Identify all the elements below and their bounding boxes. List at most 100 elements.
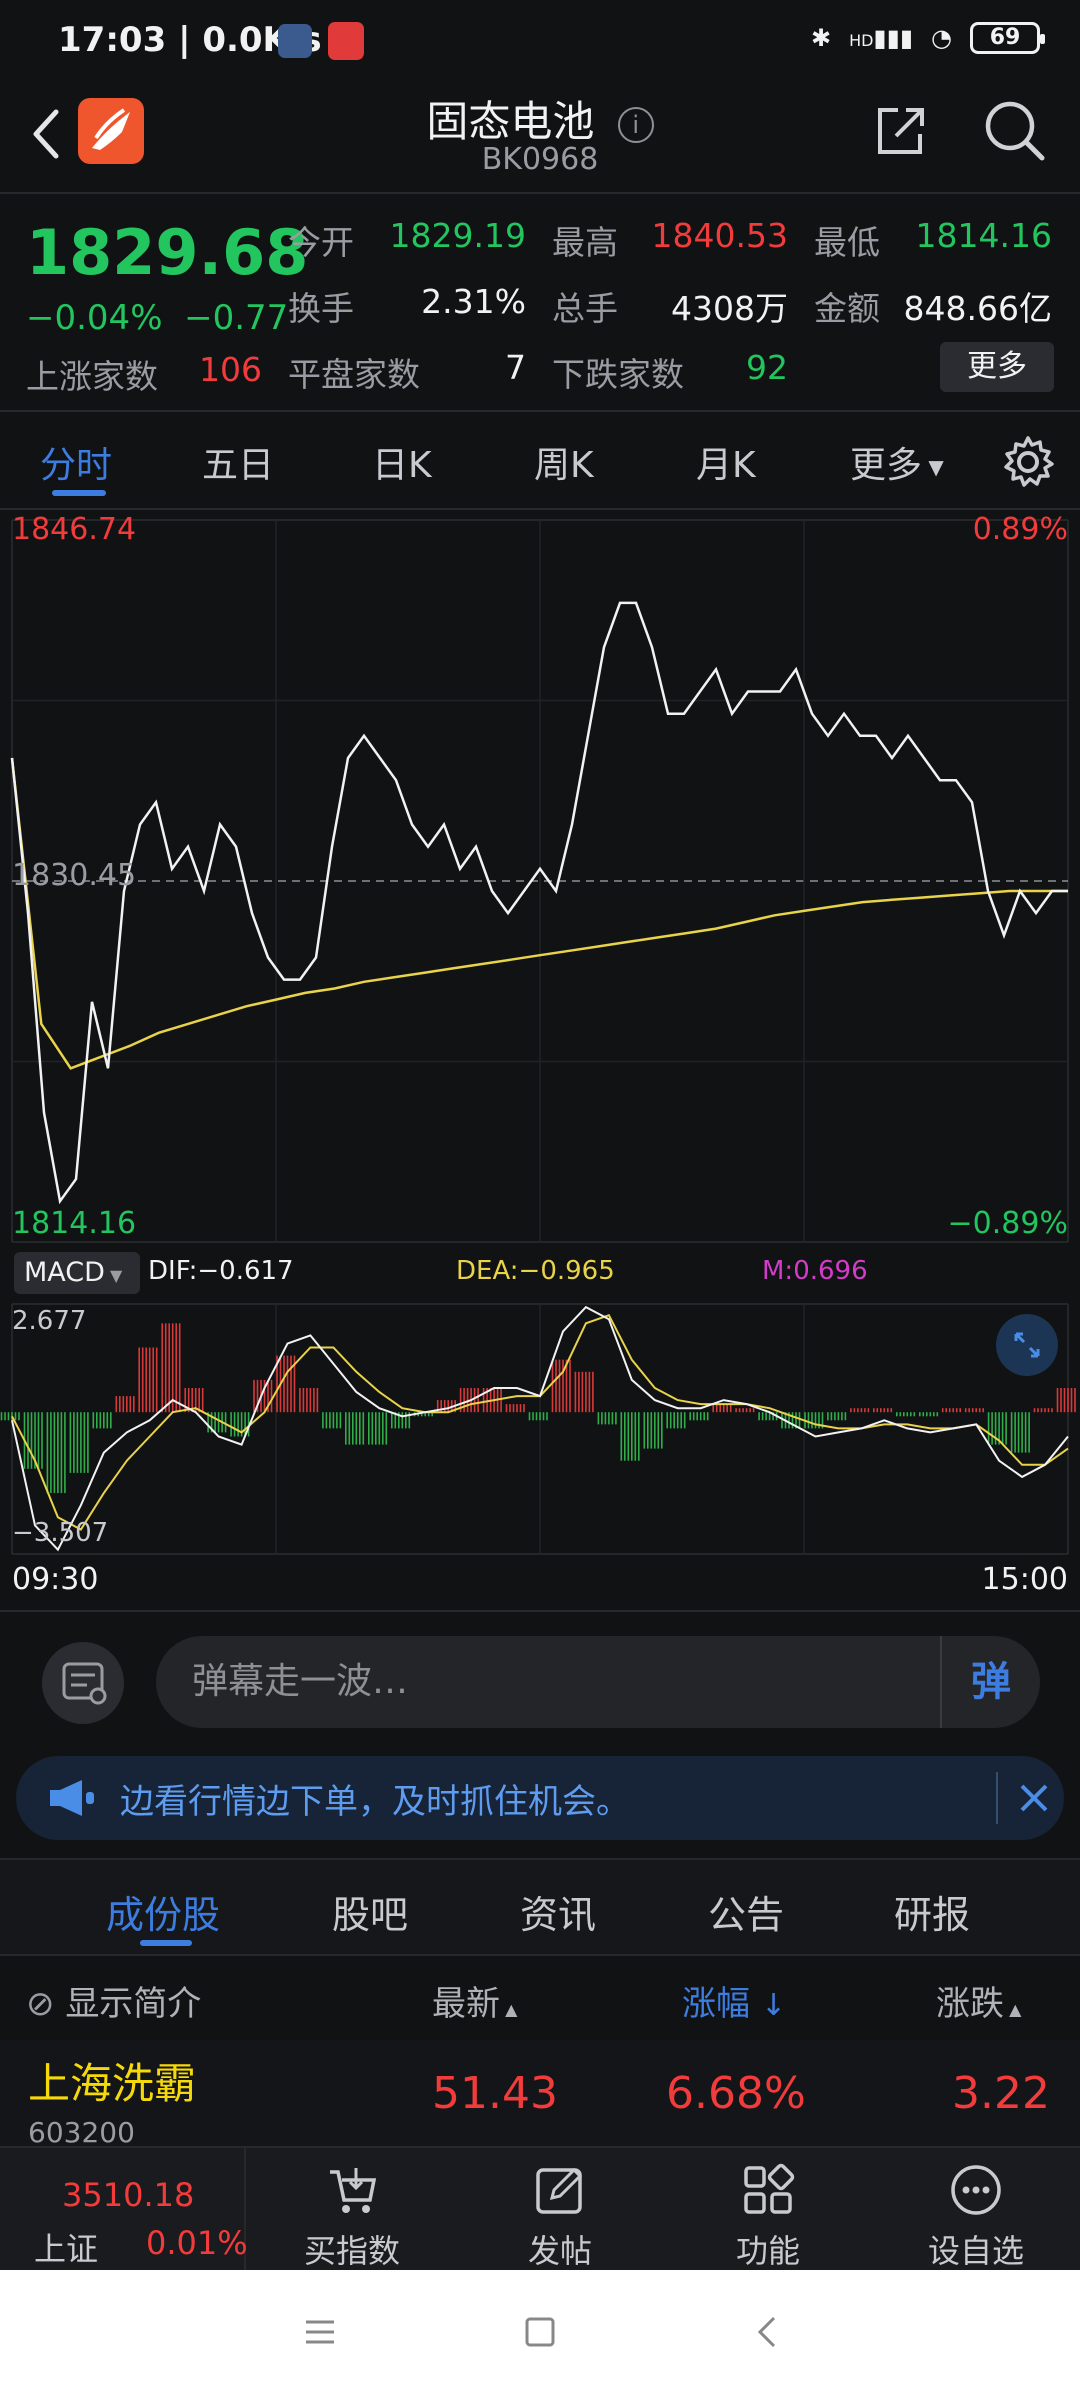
stock-change: 3.22 (952, 2068, 1050, 2119)
chart-period-tabs: 分时 五日 日K 周K 月K 更多 ▼ (0, 414, 1080, 510)
stock-pct: 6.68% (666, 2068, 806, 2119)
flat-count-label: 平盘家数 (288, 355, 420, 394)
chart-grid (11, 519, 1069, 1555)
down-count: 92 (746, 348, 788, 387)
home-nav-icon[interactable] (520, 2312, 560, 2352)
col-change[interactable]: 涨跌 ▲ (936, 1976, 1021, 2025)
add-watchlist-button[interactable]: 设自选 (876, 2148, 1076, 2272)
up-count: 106 (199, 350, 262, 389)
danmaku-bar: 弹幕走一波… 弹 (0, 1610, 1080, 1750)
tab-five-day[interactable]: 五日 (202, 436, 274, 488)
price-axis-top: 1846.74 (12, 512, 137, 547)
table-row[interactable]: 上海洗霸 603200 51.43 6.68% 3.22 (0, 2040, 1080, 2149)
flat-count: 7 (505, 348, 526, 387)
price-axis-bottom: 1814.16 (12, 1206, 137, 1241)
banner-text: 边看行情边下单，及时抓住机会。 (120, 1782, 630, 1822)
tab-weekly-k[interactable]: 周K (534, 436, 594, 488)
stock-latest: 51.43 (432, 2068, 558, 2119)
edit-icon (532, 2162, 588, 2218)
tab-research[interactable]: 研报 (894, 1884, 970, 1939)
price-change: −0.04% −0.77 (26, 298, 289, 338)
low-value: 1814.16 (915, 216, 1052, 255)
table-header: ⊘ 显示简介 最新 ▲ 涨幅 ↓ 涨跌 ▲ (0, 1954, 1080, 2038)
macd-axis-top: 2.677 (12, 1306, 87, 1336)
quote-panel: 1829.68 −0.04% −0.77 上涨家数 106 今开 1829.19… (0, 192, 1080, 412)
pct-axis-bottom: −0.89% (947, 1206, 1068, 1241)
toutiao-app-icon (328, 22, 364, 60)
search-icon[interactable] (982, 98, 1048, 164)
notification-app-icon (278, 24, 312, 58)
tab-intraday[interactable]: 分时 (40, 436, 112, 488)
volume-label: 总手 (552, 289, 618, 328)
battery-icon: 69 (970, 22, 1045, 54)
tab-more[interactable]: 更多 ▼ (850, 436, 944, 488)
intraday-chart[interactable]: 1846.74 0.89% 1830.45 1814.16 −0.89% MAC… (0, 510, 1080, 1610)
megaphone-icon (44, 1774, 100, 1822)
tab-constituents[interactable]: 成份股 (106, 1884, 220, 1939)
tab-forum[interactable]: 股吧 (332, 1884, 408, 1939)
high-value: 1840.53 (651, 216, 788, 255)
top-header: 固态电池 i BK0968 (0, 84, 1080, 192)
expand-chart-icon[interactable] (996, 1314, 1058, 1376)
post-button[interactable]: 发帖 (460, 2148, 660, 2272)
back-nav-icon[interactable] (748, 2312, 788, 2352)
chart-canvas (0, 519, 1076, 1555)
promo-banner[interactable]: 边看行情边下单，及时抓住机会。 (16, 1756, 1064, 1840)
index-value: 3510.18 (62, 2176, 195, 2214)
buy-index-button[interactable]: 买指数 (252, 2148, 452, 2272)
info-icon[interactable]: i (617, 106, 654, 143)
macd-dea-label: DEA:−0.965 (456, 1256, 615, 1286)
low-label: 最低 (814, 223, 880, 262)
tab-news[interactable]: 资讯 (520, 1884, 596, 1939)
high-label: 最高 (552, 223, 618, 262)
menu-nav-icon[interactable] (300, 2312, 340, 2352)
active-tab-indicator (52, 490, 106, 496)
danmaku-input[interactable]: 弹幕走一波… (156, 1636, 1040, 1728)
price-axis-mid: 1830.45 (12, 858, 137, 893)
status-indicators: ✱ HD▮▮▮ ◔ 69 (811, 22, 1045, 54)
time-axis-end: 15:00 (981, 1562, 1068, 1597)
col-pct[interactable]: 涨幅 ↓ (682, 1976, 786, 2025)
indicator-selector[interactable]: MACD ▼ (14, 1252, 140, 1294)
open-value: 1829.19 (389, 216, 526, 255)
share-icon[interactable] (870, 100, 930, 160)
bottom-bar: 3510.18 上证 0.01% 买指数 发帖 功能 设自选 (0, 2146, 1080, 2272)
up-count-label: 上涨家数 (26, 357, 158, 396)
danmaku-send-button[interactable]: 弹 (940, 1636, 1040, 1728)
current-price: 1829.68 (26, 216, 309, 289)
tab-monthly-k[interactable]: 月K (696, 436, 756, 488)
turnover-value: 2.31% (421, 282, 526, 321)
system-nav-bar (0, 2270, 1080, 2400)
close-icon[interactable] (1008, 1772, 1060, 1824)
more-stats-button[interactable]: 更多 (940, 342, 1054, 392)
index-pct: 0.01% (146, 2224, 248, 2262)
cart-icon (324, 2162, 380, 2218)
tab-announcements[interactable]: 公告 (708, 1884, 784, 1939)
show-intro-toggle[interactable]: ⊘ 显示简介 (26, 1976, 201, 2025)
tab-daily-k[interactable]: 日K (372, 436, 432, 488)
status-bar: 17:03 | 0.0K/s ✱ HD▮▮▮ ◔ 69 (0, 0, 1080, 84)
macd-axis-bottom: −3.507 (12, 1518, 109, 1548)
amount-label: 金额 (814, 289, 880, 328)
index-ticker[interactable]: 3510.18 上证 0.01% (0, 2148, 248, 2272)
functions-button[interactable]: 功能 (668, 2148, 868, 2272)
macd-m-label: M:0.696 (762, 1256, 868, 1286)
more-dots-icon (948, 2162, 1004, 2218)
col-latest[interactable]: 最新 ▲ (432, 1976, 517, 2025)
stock-code: 603200 (28, 2116, 135, 2149)
turnover-label: 换手 (288, 289, 354, 328)
down-count-label: 下跌家数 (552, 355, 684, 394)
signal-icon: HD▮▮▮ (849, 24, 914, 52)
stock-name: 上海洗霸 (28, 2059, 197, 2108)
eye-off-icon: ⊘ (26, 1984, 55, 2024)
settings-gear-icon[interactable] (1000, 434, 1056, 490)
time-axis-start: 09:30 (12, 1562, 99, 1597)
info-tabs: 成份股 股吧 资讯 公告 研报 (0, 1858, 1080, 1954)
amount-value: 848.66亿 (903, 289, 1052, 328)
danmaku-toggle-icon[interactable] (42, 1642, 124, 1724)
wifi-icon: ◔ (931, 24, 952, 52)
open-label: 今开 (288, 223, 354, 262)
volume-value: 4308万 (671, 289, 788, 328)
index-name: 上证 (34, 2230, 99, 2268)
active-subtab-indicator (140, 1940, 192, 1946)
